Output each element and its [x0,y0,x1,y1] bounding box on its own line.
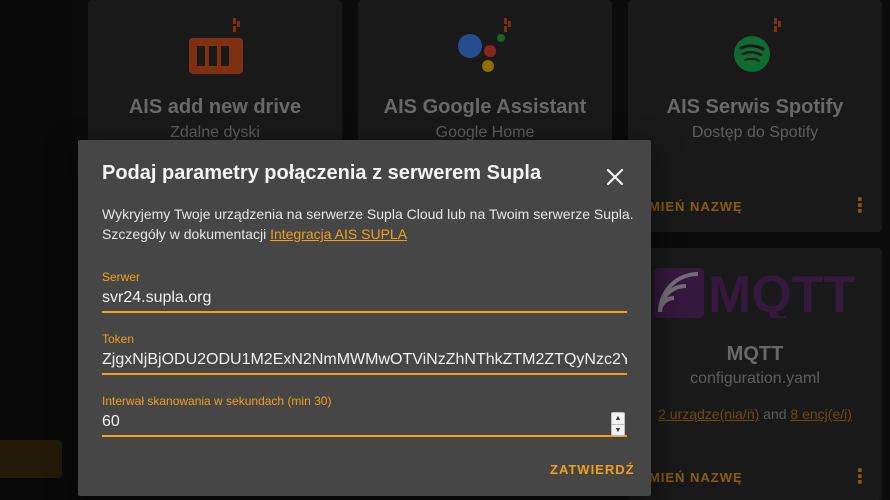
interval-stepper[interactable]: ▲ ▼ [611,412,625,436]
server-input[interactable] [102,287,627,311]
interval-input[interactable] [102,411,627,435]
server-field: Serwer [102,270,627,313]
dialog-description: Wykryjemy Twoje urządzenia na serwerze S… [102,204,642,244]
description-prefix: Szczegóły w dokumentacji [102,226,271,242]
server-label: Serwer [102,270,141,284]
confirm-button[interactable]: ZATWIERDŹ [550,462,635,477]
token-input[interactable] [102,349,627,373]
close-icon [606,168,624,186]
dialog-title: Podaj parametry połączenia z serwerem Su… [102,162,542,184]
token-label: Token [102,332,135,346]
description-line1: Wykryjemy Twoje urządzenia na serwerze S… [102,206,634,222]
token-field: Token [102,332,627,375]
supla-connection-dialog: Podaj parametry połączenia z serwerem Su… [78,140,651,496]
close-button[interactable] [602,164,628,190]
stepper-down-icon[interactable]: ▼ [612,424,624,435]
interval-label: Interwał skanowania w sekundach (min 30) [102,394,332,408]
stepper-up-icon[interactable]: ▲ [612,413,624,424]
documentation-link[interactable]: Integracja AIS SUPLA [270,226,407,242]
interval-field: Interwał skanowania w sekundach (min 30)… [102,394,627,437]
